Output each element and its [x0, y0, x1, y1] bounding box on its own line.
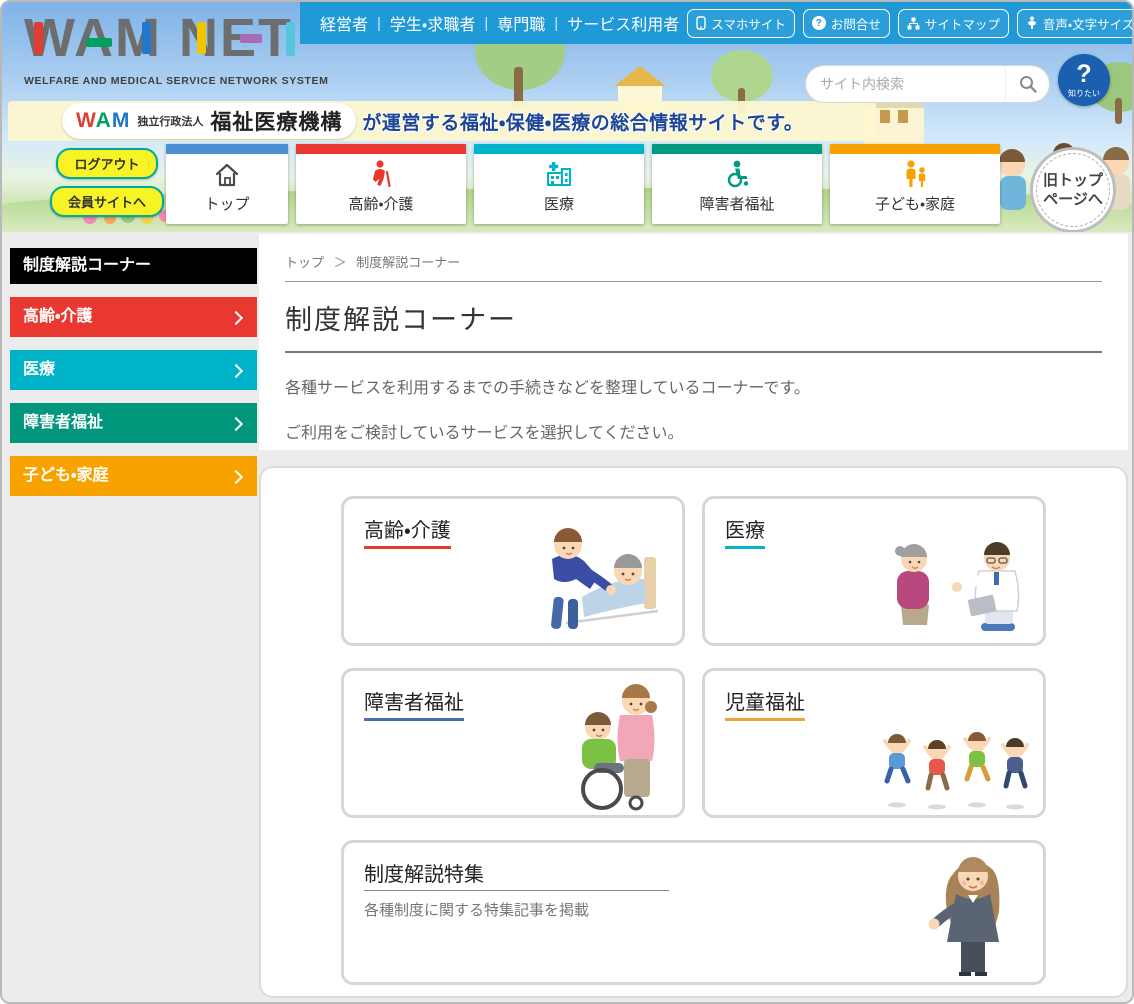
member-area: ログアウト 会員サイトへ [42, 148, 172, 217]
main-area: 制度解説コーナー 高齢・介護 医療 障害者福祉 子ども・家庭 トップ ＞ 制度解… [2, 232, 1132, 1004]
tab-children-family[interactable]: 子ども・家庭 [830, 144, 1000, 224]
voice-text-size-icon [1026, 16, 1038, 30]
service-panel: 高齢・介護 [259, 466, 1128, 998]
top-bar: 経営者 | 学生・求職者 | 専門職 | サービス利用者 スマホサイト ? お問… [300, 2, 1132, 44]
card-feature-articles[interactable]: 制度解説特集 各種制度に関する特集記事を掲載 [341, 840, 1046, 985]
smartphone-site-button[interactable]: スマホサイト [687, 9, 795, 38]
top-link-students[interactable]: 学生・求職者 [390, 11, 475, 35]
site-search: ? 知りたい [805, 62, 1110, 106]
search-icon [1018, 74, 1038, 94]
separator: | [554, 15, 558, 32]
sidebar: 制度解説コーナー 高齢・介護 医療 障害者福祉 子ども・家庭 [10, 248, 257, 496]
content-area: トップ ＞ 制度解説コーナー 制度解説コーナー 各種サービスを利用するまでの手続… [259, 234, 1128, 998]
sidebar-item-elderly-care[interactable]: 高齢・介護 [10, 297, 257, 337]
chevron-right-icon [229, 364, 243, 378]
old-top-line2: ページへ [1043, 190, 1103, 210]
breadcrumb-home-link[interactable]: トップ [285, 255, 324, 270]
org-name-label: 福祉医療機構 [210, 106, 342, 136]
wamnet-page: ✦ 経営者 | 学生・求職者 | 専門職 | サービス利用者 [0, 0, 1134, 1004]
header-illustration [880, 110, 908, 123]
sitemap-icon [907, 17, 920, 30]
chevron-right-icon [229, 417, 243, 431]
tab-disability-welfare[interactable]: 障害者福祉 [652, 144, 822, 224]
breadcrumb: トップ ＞ 制度解説コーナー [285, 248, 1102, 282]
children-illustration [875, 719, 1035, 811]
breadcrumb-current: 制度解説コーナー [356, 255, 460, 270]
card-medical[interactable]: 医療 [702, 496, 1046, 646]
old-top-page-badge[interactable]: 旧トップ ページへ [1030, 147, 1116, 232]
wheelchair-icon [723, 160, 751, 188]
separator: | [377, 15, 381, 32]
smartphone-icon [696, 16, 706, 30]
logout-button[interactable]: ログアウト [56, 148, 157, 179]
card-disability-welfare[interactable]: 障害者福祉 [341, 668, 685, 818]
card-child-welfare[interactable]: 児童福祉 [702, 668, 1046, 818]
service-cards: 高齢・介護 [341, 496, 1046, 985]
elderly-cane-icon [368, 160, 394, 188]
breadcrumb-separator: ＞ [334, 255, 347, 270]
card-elderly-care[interactable]: 高齢・介護 [341, 496, 685, 646]
separator: | [484, 15, 488, 32]
help-badge[interactable]: ? 知りたい [1058, 54, 1110, 106]
question-icon: ? [812, 16, 826, 30]
sidebar-item-disability-welfare[interactable]: 障害者福祉 [10, 403, 257, 443]
tab-medical[interactable]: 医療 [474, 144, 644, 224]
tab-elderly-care[interactable]: 高齢・介護 [296, 144, 466, 224]
wam-org-logo[interactable]: WAM 独立行政法人 福祉医療機構 [62, 103, 356, 139]
hospital-icon [545, 160, 573, 188]
presenter-illustration [923, 846, 1019, 978]
search-button[interactable] [1005, 65, 1050, 103]
site-description-band: WAM 独立行政法人 福祉医療機構 が運営する福祉・保健・医療の総合情報サイトで… [8, 101, 876, 141]
global-nav: トップ 高齢・介護 医療 [166, 144, 1000, 224]
question-icon: ? [1076, 62, 1091, 87]
intro-section: トップ ＞ 制度解説コーナー 制度解説コーナー 各種サービスを利用するまでの手続… [259, 234, 1128, 450]
wheelchair-care-illustration [556, 677, 674, 811]
help-caption: 知りたい [1068, 88, 1100, 99]
old-top-line1: 旧トップ [1043, 171, 1103, 191]
wamnet-logo[interactable]: WAM NET WELFARE AND MEDICAL SERVICE NETW… [24, 8, 344, 87]
search-input[interactable] [805, 65, 1005, 103]
top-link-professionals[interactable]: 専門職 [497, 11, 545, 35]
org-type-label: 独立行政法人 [137, 113, 203, 129]
voice-text-size-button[interactable]: 音声・文字サイズ [1017, 9, 1132, 38]
sitemap-button[interactable]: サイトマップ [898, 9, 1009, 38]
doctor-patient-illustration [875, 521, 1035, 639]
intro-paragraph: ご利用をご検討しているサービスを選択してください。 [285, 419, 1102, 443]
logo-tagline: WELFARE AND MEDICAL SERVICE NETWORK SYST… [24, 75, 344, 87]
member-site-button[interactable]: 会員サイトへ [50, 186, 164, 217]
sidebar-item-children-family[interactable]: 子ども・家庭 [10, 456, 257, 496]
tab-top[interactable]: トップ [166, 144, 288, 224]
wamnet-logo-wordmark: WAM NET [24, 8, 324, 68]
page-title: 制度解説コーナー [285, 298, 1102, 353]
sidebar-section-title: 制度解説コーナー [10, 248, 257, 284]
wam-mini-logo: WAM [76, 109, 130, 133]
site-description: が運営する福祉・保健・医療の総合情報サイトです。 [362, 108, 803, 135]
elderly-care-illustration [524, 517, 674, 639]
parent-child-icon [902, 160, 928, 188]
chevron-right-icon [229, 470, 243, 484]
intro-paragraph: 各種サービスを利用するまでの手続きなどを整理しているコーナーです。 [285, 374, 1102, 398]
chevron-right-icon [229, 311, 243, 325]
top-link-service-users[interactable]: サービス利用者 [567, 11, 679, 35]
contact-button[interactable]: ? お問合せ [803, 9, 890, 38]
sidebar-item-medical[interactable]: 医療 [10, 350, 257, 390]
site-header: ✦ 経営者 | 学生・求職者 | 専門職 | サービス利用者 [2, 2, 1132, 232]
home-icon [213, 161, 241, 188]
